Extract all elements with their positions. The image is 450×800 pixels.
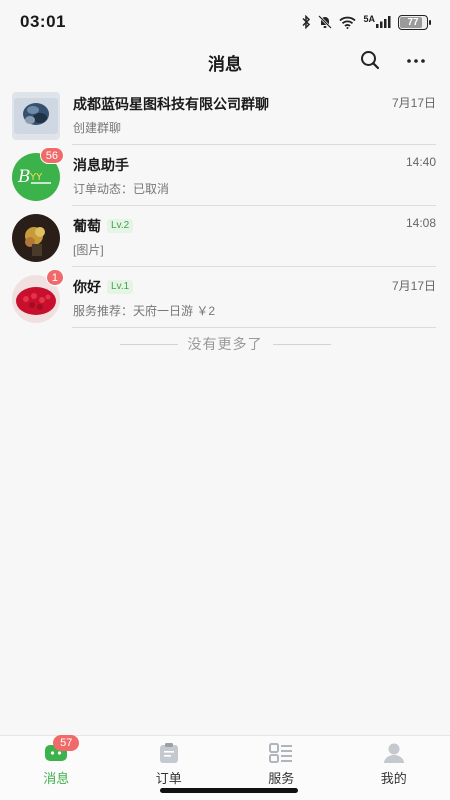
conversation-name: 成都蓝码星图科技有限公司群聊	[73, 96, 269, 112]
unread-badge: 1	[45, 269, 64, 286]
tab-label: 我的	[380, 771, 407, 786]
tab-profile[interactable]: 我的	[338, 736, 450, 800]
conversation-item[interactable]: 1 你好 Lv.1 服务推荐：天府一日游 ￥2 7月17日	[0, 267, 450, 328]
svg-text:B: B	[17, 167, 31, 187]
conversation-preview: 创建群聊	[73, 121, 122, 135]
conversation-list: 成都蓝码星图科技有限公司群聊 创建群聊 7月17日 B YY 56 消息助手 订…	[0, 84, 450, 328]
conversation-preview: 服务推荐：天府一日游 ￥2	[73, 304, 216, 318]
level-tag: Lv.2	[107, 219, 134, 233]
avatar	[12, 214, 60, 262]
conversation-name: 葡萄	[73, 218, 101, 234]
no-more-indicator: 没有更多了	[0, 334, 450, 354]
tab-messages[interactable]: 57 消息	[0, 735, 113, 800]
conversation-time: 7月17日	[391, 96, 436, 110]
divider	[119, 343, 178, 345]
battery-icon: 77	[398, 14, 431, 30]
avatar	[12, 92, 60, 140]
user-photo-flowers-avatar	[12, 214, 60, 262]
wifi-icon	[339, 16, 357, 29]
tab-label: 消息	[43, 771, 70, 786]
network-type: 5A	[363, 14, 375, 24]
conversation-item[interactable]: 葡萄 Lv.2 [图片] 14:08	[0, 206, 450, 267]
status-time: 03:01	[20, 12, 66, 31]
signal-icon	[376, 16, 391, 28]
divider	[272, 343, 331, 345]
header: 消息	[0, 44, 450, 80]
home-indicator	[160, 788, 298, 793]
status-icons: 5A 77	[301, 14, 431, 30]
page-title: 消息	[208, 54, 242, 74]
assistant-logo-icon: B YY	[17, 167, 51, 187]
svg-text:YY: YY	[29, 172, 43, 183]
conversation-time: 14:08	[405, 216, 436, 230]
conversation-name: 消息助手	[73, 157, 129, 173]
tab-label: 服务	[268, 771, 295, 786]
conversation-time: 7月17日	[391, 279, 436, 293]
profile-icon	[383, 743, 404, 763]
conversation-time: 14:40	[405, 155, 436, 169]
conversation-item[interactable]: 成都蓝码星图科技有限公司群聊 创建群聊 7月17日	[0, 84, 450, 145]
unread-badge: 56	[39, 147, 64, 164]
conversation-name: 你好	[73, 279, 101, 295]
search-icon	[361, 51, 380, 70]
tab-unread-badge: 57	[53, 735, 80, 751]
tab-label: 订单	[155, 771, 182, 786]
mute-bell-icon	[318, 15, 333, 29]
group-photo-avatar	[14, 98, 58, 134]
bluetooth-icon	[302, 15, 311, 29]
conversation-preview: [图片]	[73, 243, 104, 257]
conversation-item[interactable]: B YY 56 消息助手 订单动态：已取消 14:40	[0, 145, 450, 206]
no-more-text: 没有更多了	[187, 336, 263, 352]
order-icon	[159, 743, 178, 763]
battery-level: 77	[407, 16, 419, 28]
more-button[interactable]	[404, 48, 428, 72]
level-tag: Lv.1	[107, 280, 134, 294]
search-button[interactable]	[358, 48, 382, 72]
conversation-preview: 订单动态：已取消	[73, 182, 170, 196]
status-bar: 03:01 5A 77	[0, 0, 450, 44]
more-icon	[407, 59, 425, 63]
service-icon	[269, 743, 293, 763]
